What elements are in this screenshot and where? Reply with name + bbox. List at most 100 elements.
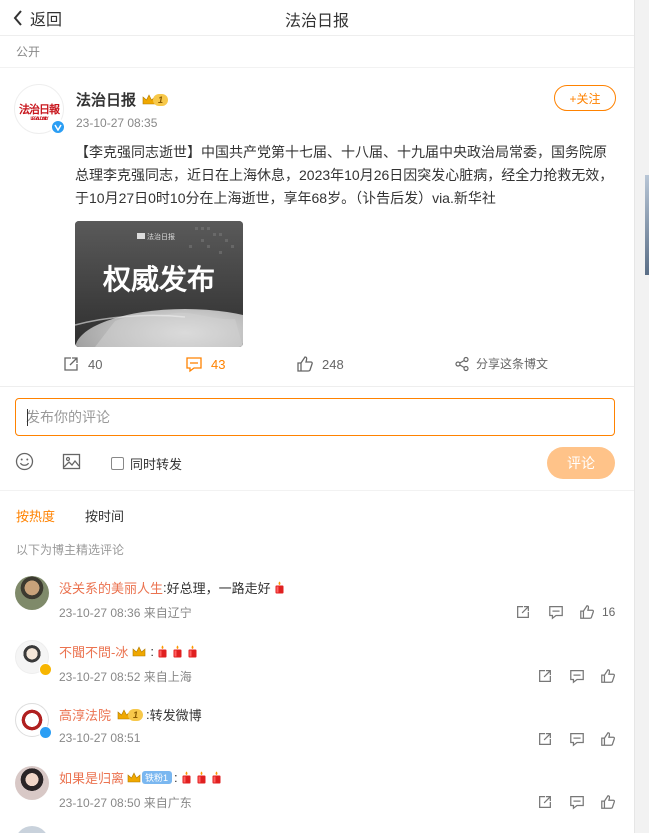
repost-icon[interactable] <box>537 731 553 747</box>
weibo-detail-page: 返回 法治日报 公开 法治日報 LEGAL DAILY 法治日报 1 23-10… <box>0 0 634 833</box>
like-icon[interactable] <box>600 731 616 747</box>
comment-line: 不聞不問-冰 : <box>59 642 199 661</box>
candle-emoji-icon <box>182 771 191 784</box>
commenter-avatar[interactable] <box>15 703 52 739</box>
comment-input[interactable] <box>16 399 614 435</box>
verified-badge-icon <box>39 663 52 676</box>
crown-icon <box>127 771 141 782</box>
member-level: 1 <box>128 708 144 721</box>
comment-text: 好总理，一路走好 <box>166 581 271 596</box>
author-name[interactable]: 法治日报 <box>76 89 136 110</box>
comment-line: 没关系的美丽人生 : 好总理，一路走好 <box>59 578 286 597</box>
side-image <box>645 175 649 275</box>
commenter-avatar[interactable] <box>15 766 49 800</box>
comment-icon[interactable] <box>569 668 585 684</box>
comment-location: 来自辽宁 <box>143 606 192 620</box>
visibility-label: 公开 <box>0 36 634 68</box>
repost-icon[interactable] <box>537 794 553 810</box>
comment-time: 23-10-27 08:52 <box>59 670 141 684</box>
comment-icon <box>186 357 202 373</box>
comment-meta: 23-10-27 08:36 来自辽宁 <box>59 604 192 621</box>
tab-by-hot[interactable]: 按热度 <box>16 506 55 525</box>
composer-toolbar: 同时转发 评论 <box>0 447 634 479</box>
image-upload-button[interactable] <box>62 452 81 476</box>
repost-icon[interactable] <box>515 604 531 620</box>
crown-icon <box>133 645 146 656</box>
comment-composer <box>15 398 615 436</box>
comment-count: 43 <box>211 356 226 372</box>
like-icon <box>297 356 313 372</box>
member-badge: 1 <box>117 708 144 721</box>
name-separator: : <box>150 644 154 659</box>
comment-icon[interactable] <box>569 731 585 747</box>
candle-emoji-icon <box>197 771 206 784</box>
like-button[interactable]: 248 <box>296 355 344 373</box>
comment-text: 转发微博 <box>149 708 202 723</box>
repost-button[interactable]: 40 <box>62 355 102 373</box>
follow-button[interactable]: +关注 <box>554 85 616 111</box>
emoji-button[interactable] <box>15 452 34 476</box>
repost-icon <box>64 357 78 371</box>
top-bar: 返回 法治日报 <box>0 0 634 36</box>
share-label: 分享这条博文 <box>476 357 549 371</box>
comment-like-count: 16 <box>602 605 616 619</box>
text-caret <box>27 409 28 426</box>
post-image[interactable]: 法治日报 权威发布 <box>75 221 243 347</box>
author-name-row: 法治日报 1 <box>76 89 169 110</box>
candle-emoji-icon <box>158 645 167 658</box>
comment-time: 23-10-27 08:50 <box>59 796 141 810</box>
comment-sort-tabs: 按热度 按时间 <box>16 506 154 525</box>
checkbox-box[interactable] <box>111 457 124 470</box>
commenter-avatar[interactable] <box>15 576 49 610</box>
curated-comments-label: 以下为博主精选评论 <box>16 543 125 557</box>
author-avatar[interactable]: 法治日報 LEGAL DAILY <box>14 84 66 135</box>
commenter-avatar[interactable] <box>15 640 52 676</box>
repost-icon[interactable] <box>537 668 553 684</box>
image-headline: 权威发布 <box>102 263 215 296</box>
like-icon[interactable] <box>600 668 616 684</box>
image-brand-text: 法治日报 <box>147 232 175 241</box>
comment-icon[interactable] <box>548 604 564 620</box>
page-title: 法治日报 <box>284 13 349 30</box>
post-action-bar: 40 43 248 分享这条博文 <box>0 355 634 381</box>
comment-line: 如果是归离 铁粉1 : <box>59 768 223 787</box>
right-panel-edge <box>634 0 649 833</box>
commenter-avatar[interactable] <box>15 826 49 833</box>
post-time[interactable]: 23-10-27 08:35 <box>76 116 157 130</box>
like-count: 248 <box>322 356 344 372</box>
name-separator: : <box>174 770 178 785</box>
member-badge[interactable]: 1 <box>142 93 169 106</box>
comment-item: 不聞不問-冰 : 23-10-27 08:52 来自上海 <box>0 640 634 698</box>
verified-badge-icon <box>39 726 52 739</box>
comment-item: 高淳法院 1 : 转发微博 23-10-27 08:51 <box>0 703 634 761</box>
like-icon[interactable] <box>600 794 616 810</box>
image-icon <box>62 453 81 470</box>
commenter-name[interactable]: 没关系的美丽人生 <box>59 578 163 597</box>
svg-text:法治日報: 法治日報 <box>19 102 60 116</box>
svg-text:LEGAL DAILY: LEGAL DAILY <box>30 116 48 121</box>
commenter-name[interactable]: 高淳法院 <box>59 705 111 724</box>
like-icon[interactable] <box>579 604 595 620</box>
candle-emoji-icon <box>188 645 197 658</box>
comment-item: 没关系的美丽人生 : 好总理，一路走好 23-10-27 08:36 来自辽宁 … <box>0 576 634 634</box>
fan-badge[interactable]: 铁粉1 <box>142 771 173 784</box>
emoji-icon <box>15 452 34 471</box>
comment-item <box>0 826 634 833</box>
comment-meta: 23-10-27 08:50 来自广东 <box>59 794 192 811</box>
sync-repost-checkbox[interactable]: 同时转发 <box>111 454 182 473</box>
comment-line: 高淳法院 1 : 转发微博 <box>59 705 202 724</box>
submit-comment-button[interactable]: 评论 <box>547 447 615 479</box>
divider <box>0 490 634 491</box>
candle-emoji-icon <box>173 645 182 658</box>
share-icon <box>455 356 469 371</box>
comment-time: 23-10-27 08:51 <box>59 731 141 745</box>
commenter-name[interactable]: 如果是归离 <box>59 768 124 787</box>
tab-by-time[interactable]: 按时间 <box>85 506 124 525</box>
share-button[interactable]: 分享这条博文 <box>454 355 548 372</box>
comment-icon[interactable] <box>569 794 585 810</box>
comment-button[interactable]: 43 <box>185 355 225 373</box>
comment-time: 23-10-27 08:36 <box>59 606 141 620</box>
commenter-name[interactable]: 不聞不問-冰 <box>59 642 128 661</box>
comment-meta: 23-10-27 08:52 来自上海 <box>59 668 192 685</box>
candle-emoji-icon <box>275 581 284 594</box>
